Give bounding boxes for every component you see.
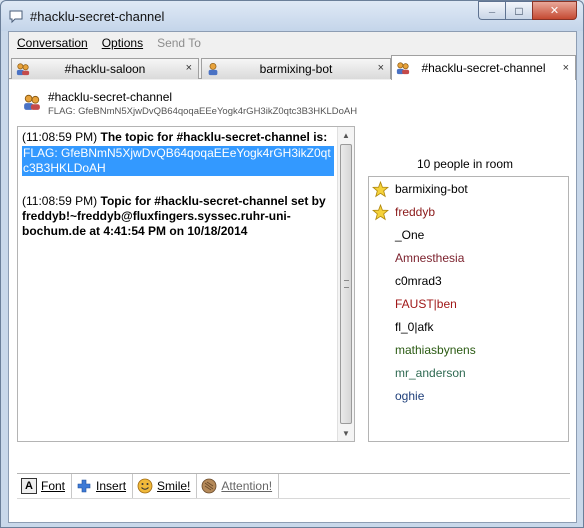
message-time: (11:08:59 PM) xyxy=(22,130,98,144)
message-input[interactable] xyxy=(17,498,570,520)
window-title: #hacklu-secret-channel xyxy=(30,9,165,24)
attention-button[interactable]: Attention! xyxy=(197,473,280,498)
scroll-down-icon[interactable]: ▼ xyxy=(338,425,354,441)
tab-barmixing-bot[interactable]: barmixing-bot × xyxy=(201,58,391,79)
menu-bar: Conversation Options Send To xyxy=(9,32,576,54)
person-name: oghie xyxy=(395,389,425,403)
insert-label: Insert xyxy=(96,478,127,493)
attention-label: Attention! xyxy=(221,478,273,493)
conversation-pane: #hacklu-secret-channel FLAG: GfeBNmN5Xjw… xyxy=(9,80,576,522)
conversation-topic: FLAG: GfeBNmN5XjwDvQB64qoqaEEeYogk4rGH3i… xyxy=(48,106,358,117)
person-name: mr_anderson xyxy=(395,366,466,380)
selected-flag-text[interactable]: FLAG: GfeBNmN5XjwDvQB64qoqaEEeYogk4rGH3i… xyxy=(22,146,334,176)
message-text: The topic for #hacklu-secret-channel is: xyxy=(100,130,328,144)
tab-close-icon[interactable]: × xyxy=(378,62,384,74)
attention-icon xyxy=(201,478,217,493)
chat-log[interactable]: (11:08:59 PM) The topic for #hacklu-secr… xyxy=(17,126,355,442)
chat-message: (11:08:59 PM) The topic for #hacklu-secr… xyxy=(22,130,337,145)
smile-label: Smile! xyxy=(157,478,191,493)
chat-scrollbar[interactable]: ▲ ▼ xyxy=(337,127,354,441)
tab-label: barmixing-bot xyxy=(259,62,333,76)
tab-close-icon[interactable]: × xyxy=(563,62,569,74)
person-name: freddyb xyxy=(395,205,436,219)
minimize-button[interactable]: _ xyxy=(478,1,505,20)
conversation-name: #hacklu-secret-channel xyxy=(48,90,173,104)
chat-bubble-icon xyxy=(9,10,23,24)
person-name: c0mrad3 xyxy=(395,274,442,288)
message-time: (11:08:59 PM) xyxy=(22,194,98,208)
font-button[interactable]: A Font xyxy=(17,473,73,498)
client-area: Conversation Options Send To #hacklu-sal… xyxy=(8,31,577,523)
chat-message: (11:08:59 PM) Topic for #hacklu-secret-c… xyxy=(22,194,337,239)
menu-send-to[interactable]: Send To xyxy=(157,36,201,50)
minimize-icon: _ xyxy=(488,1,496,14)
formatting-toolbar: A Font Insert Smile! Attention! xyxy=(17,473,570,498)
menu-conversation[interactable]: Conversation xyxy=(17,36,88,50)
close-icon: ✕ xyxy=(549,5,560,17)
people-count: 10 people in room xyxy=(416,157,514,171)
menu-options[interactable]: Options xyxy=(102,36,143,50)
person-name: barmixing-bot xyxy=(395,182,468,196)
tab-label: #hacklu-secret-channel xyxy=(421,61,546,75)
plus-icon xyxy=(77,479,91,492)
maximize-button[interactable]: □ xyxy=(505,1,532,20)
scroll-thumb[interactable] xyxy=(340,144,352,424)
tab-hacklu-secret-channel[interactable]: #hacklu-secret-channel × xyxy=(391,55,576,80)
person-name: fl_0|afk xyxy=(395,320,434,334)
people-icon xyxy=(24,94,40,110)
people-list: barmixing-bot freddyb _One Amnesthesia c… xyxy=(368,176,569,442)
person-name: FAUST|ben xyxy=(395,297,457,311)
person-name: Amnesthesia xyxy=(395,251,465,265)
smiley-icon xyxy=(137,478,153,493)
op-star-icon xyxy=(372,181,389,198)
chat-window: #hacklu-secret-channel _ □ ✕ Conversatio… xyxy=(0,0,584,528)
op-star-icon xyxy=(372,204,389,221)
font-icon: A xyxy=(21,477,37,494)
tab-label: #hacklu-saloon xyxy=(64,62,146,76)
person-name: mathiasbynens xyxy=(395,343,476,357)
person-name: _One xyxy=(395,228,425,242)
tab-close-icon[interactable]: × xyxy=(186,62,192,74)
tab-hacklu-saloon[interactable]: #hacklu-saloon × xyxy=(11,58,199,79)
scroll-up-icon[interactable]: ▲ xyxy=(338,127,354,143)
smile-button[interactable]: Smile! xyxy=(133,473,198,498)
insert-button[interactable]: Insert xyxy=(72,473,134,498)
maximize-icon: □ xyxy=(515,3,523,18)
tab-strip: #hacklu-saloon × barmixing-bot × #hacklu… xyxy=(9,55,576,80)
font-label: Font xyxy=(41,478,66,493)
title-bar[interactable]: #hacklu-secret-channel _ □ ✕ xyxy=(1,1,583,31)
close-button[interactable]: ✕ xyxy=(532,1,577,20)
